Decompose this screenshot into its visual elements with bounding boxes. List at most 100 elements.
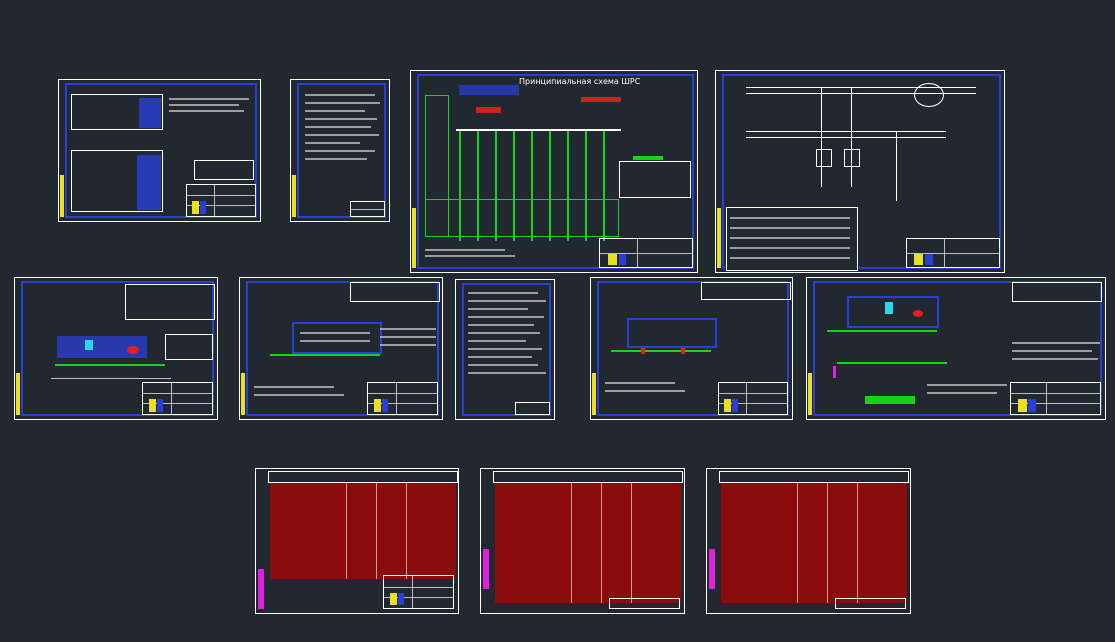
spec-table [165,334,213,360]
side-stamp [412,207,416,268]
note-line [169,104,239,106]
legend-table [1012,282,1102,302]
title-block [905,237,1000,268]
note-line [380,344,436,346]
sheet-schematic[interactable]: Принципиальная схема ШРС [410,70,698,273]
side-stamp [717,207,721,268]
note-line [468,364,538,366]
col-divider [827,483,828,603]
input-breaker [459,85,519,95]
spec-table-body [270,483,456,579]
breaker-label [581,97,621,102]
note-line [927,392,997,394]
title-block [834,598,906,609]
busbar [456,129,621,131]
wire-v1 [821,87,822,187]
title-block [599,237,693,268]
note-line [605,390,685,392]
sheet-wiring[interactable] [715,70,1005,273]
table-row [730,237,850,239]
note-line [305,102,380,104]
legend-header [633,156,663,160]
title-block [349,200,385,217]
cable-route [55,364,165,366]
sheet-cover-list[interactable] [58,79,261,222]
legend-table [350,282,440,302]
note-line [305,142,360,144]
title-block [367,381,438,415]
note-line [305,150,375,152]
room-outline [627,318,717,348]
spec-table-body [721,483,907,603]
sheet-plan-1[interactable] [14,277,218,420]
cad-viewport[interactable]: { "viewport": { "background": "#212830" … [0,0,1115,642]
note-line [1012,350,1092,352]
note-line [468,356,532,358]
sheet-spec-1[interactable] [255,468,459,614]
sheet-general-notes[interactable] [290,79,390,222]
note-line [425,255,515,257]
sheet-plan-3[interactable] [590,277,793,420]
spec-header [493,471,683,483]
note-line [380,328,436,330]
wire-l3 [746,131,946,132]
side-stamp [808,372,812,415]
note-line [468,340,526,342]
note-line [468,300,546,302]
note-line [468,332,540,334]
schematic-title: Принципиальная схема ШРС [519,77,641,86]
note-line [305,158,367,160]
col-divider [631,483,632,603]
note-line [380,336,436,338]
sheet-plan-2[interactable] [239,277,443,420]
side-stamp [258,569,264,609]
wire-l4 [746,137,946,138]
col-divider [376,483,377,579]
feeder-bottom-table [425,199,619,237]
note-line [468,348,542,350]
motor [914,83,944,107]
col-divider [406,483,407,579]
col-divider [797,483,798,603]
legend-table [619,161,691,198]
side-stamp [16,372,20,415]
note-line [169,110,244,112]
table-header-bar [137,155,161,210]
room-outline [292,322,382,354]
cable-route [611,350,711,352]
note-line [605,382,675,384]
spec-table-body [495,483,681,603]
sheet-notes-2[interactable] [455,279,555,420]
equipment [885,302,893,314]
table-row [730,247,850,249]
wire-v2 [851,87,852,187]
note-line [468,308,528,310]
side-stamp [592,372,596,415]
note-line [254,394,344,396]
note-line [305,134,379,136]
sheet-spec-3[interactable] [706,468,911,614]
note-line [305,110,365,112]
note-line [927,384,1007,386]
detail-marker [833,366,836,378]
note-line [305,94,375,96]
equipment [85,340,93,350]
spec-header [268,471,458,483]
cable-marker [681,348,685,354]
note-line [425,249,505,251]
note-line [468,316,544,318]
contactor-1 [816,149,832,167]
title-block [185,183,256,217]
title-block [142,381,213,415]
sheet-plan-4[interactable] [806,277,1106,420]
breaker-label [476,107,501,113]
legend-table [701,282,791,300]
note-line [254,386,334,388]
side-stamp [709,549,715,589]
detail-box [865,396,915,404]
sheet-spec-2[interactable] [480,468,685,614]
note-line [468,292,538,294]
room-outline [847,296,939,328]
table-header-bar [139,98,161,128]
cable-marker [641,348,645,354]
